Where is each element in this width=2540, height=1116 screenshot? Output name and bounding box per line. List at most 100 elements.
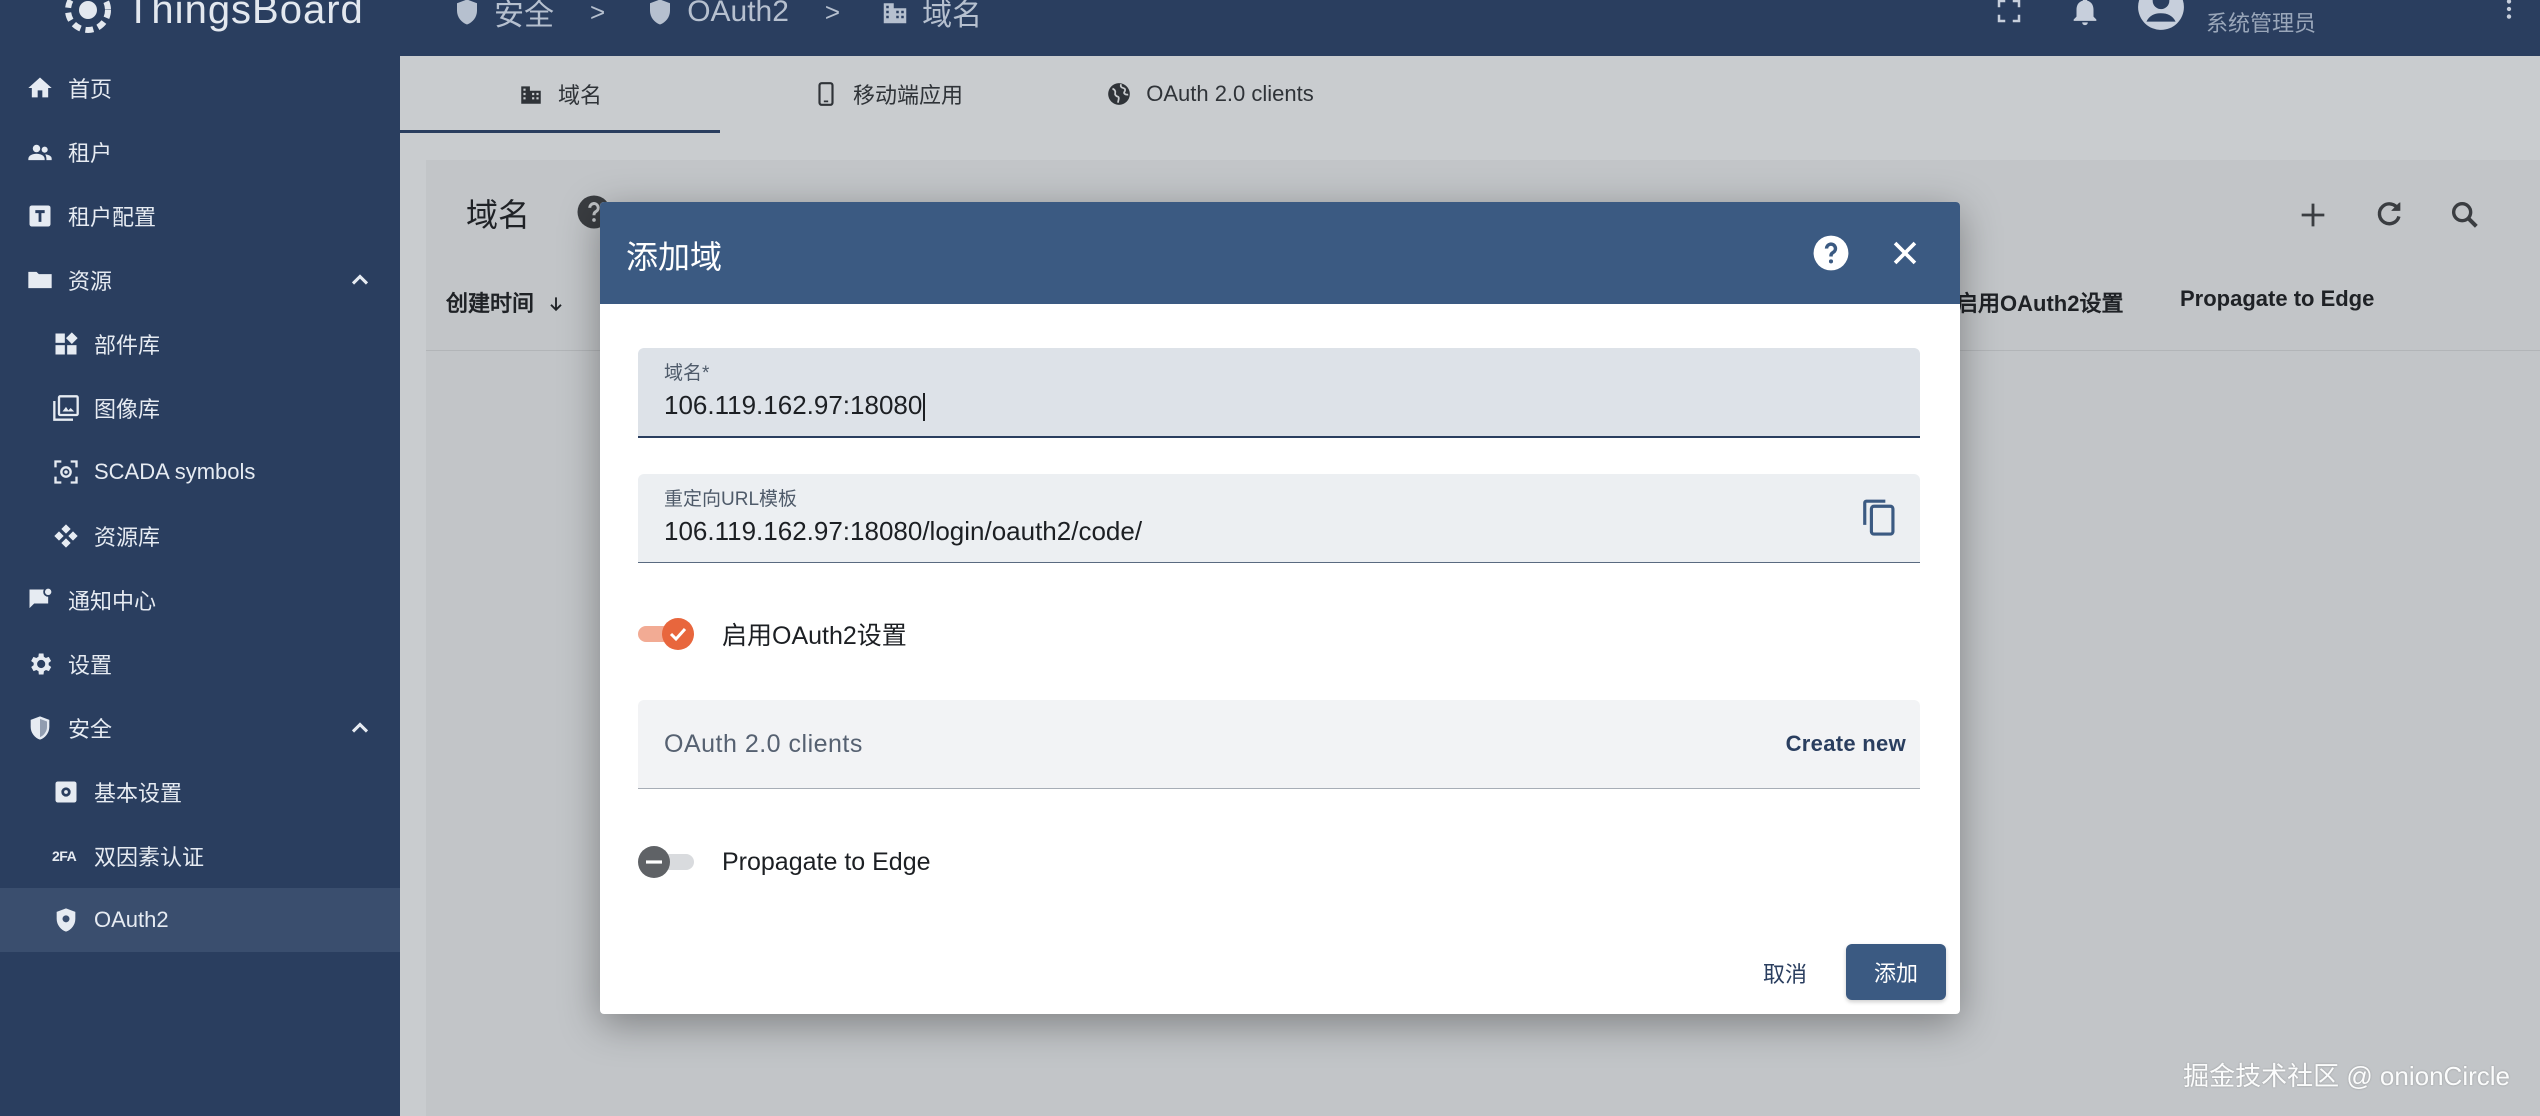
cancel-button[interactable]: 取消 [1740,946,1830,1000]
sidebar-item-security[interactable]: 安全 [0,696,400,760]
sidebar-item-two-factor-auth[interactable]: 2FA 双因素认证 [0,824,400,888]
home-icon [28,77,52,98]
search-icon[interactable] [2448,198,2482,232]
oauth-clients-field[interactable]: OAuth 2.0 clients Create new [638,700,1920,789]
domain-name-label: 域名* [664,363,710,384]
image-library-icon [53,395,79,421]
dialog-header: 添加域 [600,202,1960,304]
breadcrumb-domain: 域名 [922,0,983,32]
tenant-profile-icon [29,205,51,227]
tab-mobile-apps[interactable]: 移动端应用 [788,56,988,132]
sidebar: 首页 租户 租户配置 资源 部件库 图像库 SCADA symbols 资源库 … [0,56,400,1116]
sidebar-item-tenants[interactable]: 租户 [0,120,400,184]
sidebar-item-scada-symbols[interactable]: SCADA symbols [0,440,400,504]
add-button[interactable]: 添加 [1846,944,1946,1000]
sidebar-item-notification-center[interactable]: 通知中心 [0,568,400,632]
logo-text: ThingsBoard [126,0,364,32]
domain-name-field[interactable]: 域名* 106.119.162.97:18080 [638,348,1920,438]
sidebar-item-oauth2[interactable]: OAuth2 [0,888,400,952]
dialog-title: 添加域 [626,239,723,275]
breadcrumb-separator: > [590,0,606,27]
oauth-shield-icon [56,908,76,932]
redirect-url-value[interactable]: 106.119.162.97:18080/login/oauth2/code/ [664,516,1142,547]
sidebar-item-resource-library[interactable]: 资源库 [0,504,400,568]
refresh-icon[interactable] [2372,198,2406,232]
notification-center-icon [29,586,54,609]
sidebar-item-resources[interactable]: 资源 [0,248,400,312]
sidebar-item-label: 资源库 [94,525,161,550]
domain-name-input[interactable]: 106.119.162.97:18080 [664,390,926,422]
sidebar-item-settings[interactable]: 设置 [0,632,400,696]
widgets-icon [55,332,78,355]
tab-label: 移动端应用 [852,83,963,108]
text-caret [923,393,926,422]
oauth2-enabled-label: 启用OAuth2设置 [722,622,907,650]
create-new-client-button[interactable]: Create new [1786,731,1906,757]
scada-icon [54,460,78,484]
mobile-icon [818,82,834,106]
sidebar-item-general-settings[interactable]: 基本设置 [0,760,400,824]
active-tab-indicator [400,130,720,133]
sidebar-item-image-gallery[interactable]: 图像库 [0,376,400,440]
2fa-icon: 2FA [52,848,77,864]
domain-icon [521,86,541,104]
thingsboard-logo-icon [65,0,111,33]
breadcrumb-oauth2[interactable]: OAuth2 [687,0,789,29]
oauth2-enabled-toggle[interactable] [638,614,696,654]
bell-icon[interactable] [2068,0,2102,28]
redirect-url-template-field[interactable]: 重定向URL模板 106.119.162.97:18080/login/oaut… [638,474,1920,563]
breadcrumb-security[interactable]: 安全 [494,0,554,34]
column-header-created-time[interactable]: 创建时间 [446,286,566,318]
sidebar-item-home[interactable]: 首页 [0,56,400,120]
tab-label: 域名 [557,83,602,108]
people-icon [28,144,52,161]
tab-oauth-clients[interactable]: OAuth 2.0 clients [1080,56,1340,132]
folder-icon [28,271,52,289]
avatar[interactable] [2136,0,2186,32]
tab-label: OAuth 2.0 clients [1146,81,1314,106]
sidebar-item-label: 设置 [68,653,113,678]
sidebar-item-label: SCADA symbols [94,459,256,484]
sidebar-item-label: 双因素认证 [94,845,205,870]
app-logo[interactable]: ThingsBoard [60,0,364,38]
sidebar-item-label: 部件库 [94,333,161,358]
user-role: 系统管理员 [2206,11,2317,36]
security-shield-icon [30,716,50,740]
fullscreen-icon[interactable] [1994,0,2024,26]
sidebar-item-label: 通知中心 [68,589,157,614]
more-vert-icon[interactable] [2496,0,2522,24]
tab-bar: 域名 移动端应用 OAuth 2.0 clients [400,56,2540,133]
help-icon[interactable] [1812,234,1850,272]
globe-icon [1108,83,1131,105]
sidebar-item-label: 资源 [68,269,113,294]
tab-domains[interactable]: 域名 [400,56,720,132]
add-icon[interactable] [2296,198,2330,232]
close-icon[interactable] [1888,236,1922,270]
sidebar-item-label: 首页 [68,77,113,102]
sidebar-item-tenant-profiles[interactable]: 租户配置 [0,184,400,248]
sidebar-item-label: 基本设置 [94,781,183,806]
arrow-down-icon [550,297,562,312]
column-header-oauth2-enabled[interactable]: 启用OAuth2设置 [1956,286,2123,318]
oauth2-enabled-toggle-row[interactable]: 启用OAuth2设置 [638,614,907,654]
sidebar-item-widgets-library[interactable]: 部件库 [0,312,400,376]
column-header-label: 创建时间 [446,291,535,316]
propagate-to-edge-toggle-row[interactable]: Propagate to Edge [638,842,931,882]
chevron-up-icon[interactable] [346,266,374,294]
column-header-propagate-to-edge[interactable]: Propagate to Edge [2180,286,2374,312]
breadcrumb-separator: > [824,0,841,27]
shield-icon [650,0,671,25]
sidebar-item-label: 安全 [68,717,113,742]
settings-box-icon [55,781,77,803]
chevron-up-icon[interactable] [346,714,374,742]
redirect-url-label: 重定向URL模板 [664,489,798,510]
sidebar-item-label: OAuth2 [94,907,169,932]
sidebar-item-label: 租户配置 [68,205,157,230]
propagate-to-edge-toggle[interactable] [638,842,696,882]
breadcrumb: 安全 > OAuth2 > 域名 [452,0,982,34]
oauth-clients-placeholder: OAuth 2.0 clients [664,730,863,758]
propagate-to-edge-label: Propagate to Edge [722,847,931,876]
domain-icon [883,3,907,24]
sidebar-item-label: 图像库 [94,397,161,422]
copy-icon[interactable] [1860,498,1898,536]
